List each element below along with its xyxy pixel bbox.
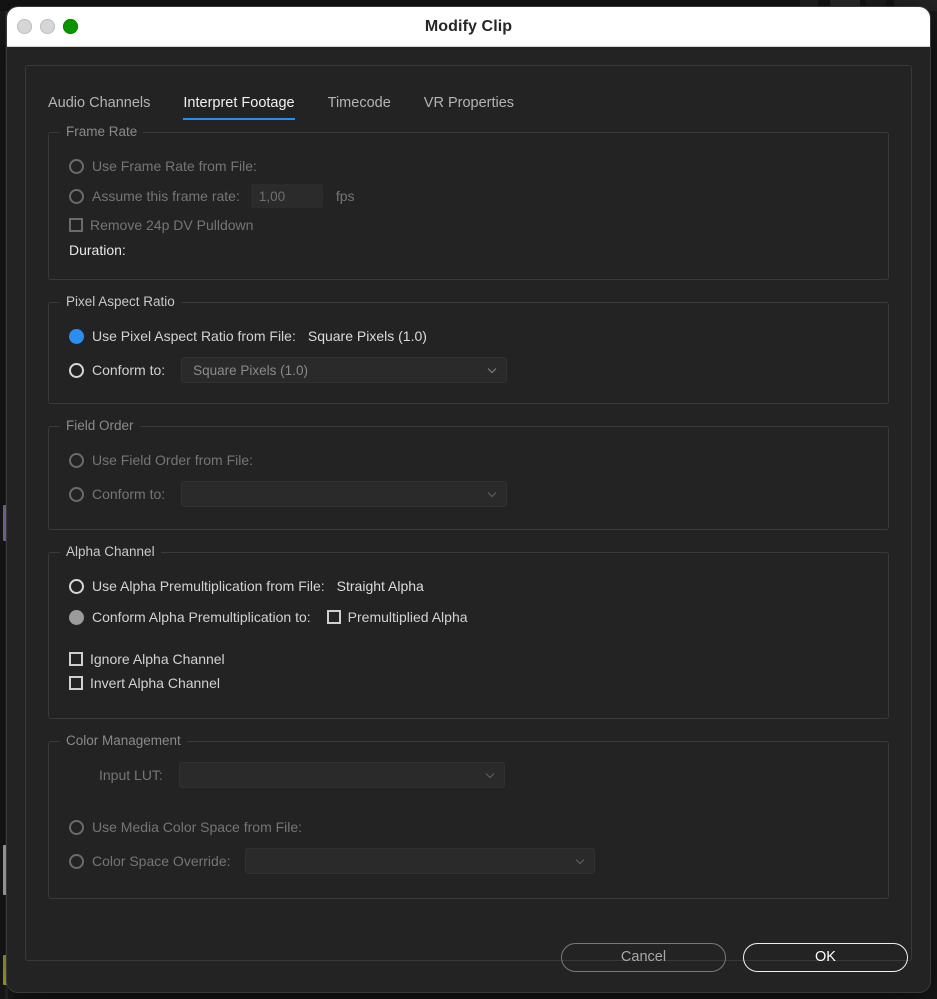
input-lut-label: Input LUT: [99, 767, 163, 783]
premultiplied-alpha-label: Premultiplied Alpha [348, 609, 468, 625]
modify-clip-dialog: Modify Clip Audio Channels Interpret Foo… [7, 7, 930, 992]
use-alpha-premultiplication-label: Use Alpha Premultiplication from File: [92, 578, 325, 594]
ignore-alpha-row[interactable]: Ignore Alpha Channel [69, 648, 868, 670]
field-order-conform-select[interactable] [181, 481, 507, 507]
window-controls [17, 19, 78, 34]
par-conform-row[interactable]: Conform to: Square Pixels (1.0) [69, 357, 868, 383]
minimize-button[interactable] [40, 19, 55, 34]
use-frame-rate-from-file-label: Use Frame Rate from File: [92, 158, 257, 174]
conform-alpha-premultiplication-row[interactable]: Conform Alpha Premultiplication to: Prem… [69, 604, 868, 630]
conform-alpha-premultiplication-radio[interactable] [69, 610, 84, 625]
duration-row: Duration: [69, 239, 868, 261]
use-media-color-space-label: Use Media Color Space from File: [92, 819, 302, 835]
dialog-footer: Cancel OK [7, 922, 930, 992]
assume-frame-rate-row[interactable]: Assume this frame rate: 1,00 fps [69, 183, 868, 209]
assume-frame-rate-radio[interactable] [69, 189, 84, 204]
invert-alpha-channel-checkbox[interactable] [69, 676, 83, 690]
assume-frame-rate-input[interactable]: 1,00 [251, 184, 323, 208]
use-field-order-from-file-radio[interactable] [69, 453, 84, 468]
par-conform-label: Conform to: [92, 362, 165, 378]
cancel-button[interactable]: Cancel [561, 943, 726, 972]
assume-frame-rate-label: Assume this frame rate: [92, 188, 240, 204]
par-conform-select-value: Square Pixels (1.0) [193, 363, 308, 378]
color-space-override-row[interactable]: Color Space Override: [69, 848, 868, 874]
use-par-from-file-value: Square Pixels (1.0) [308, 328, 427, 344]
use-frame-rate-from-file-row[interactable]: Use Frame Rate from File: [69, 153, 868, 179]
par-conform-select[interactable]: Square Pixels (1.0) [181, 357, 507, 383]
ok-button[interactable]: OK [743, 943, 908, 972]
alpha-channel-group: Alpha Channel Use Alpha Premultiplicatio… [48, 552, 889, 719]
ignore-alpha-channel-checkbox[interactable] [69, 652, 83, 666]
pixel-aspect-ratio-group: Pixel Aspect Ratio Use Pixel Aspect Rati… [48, 302, 889, 404]
input-lut-select[interactable] [179, 762, 505, 788]
color-management-group-title: Color Management [60, 733, 187, 748]
remove-24p-dv-pulldown-checkbox[interactable] [69, 218, 83, 232]
frame-rate-group: Frame Rate Use Frame Rate from File: Ass… [48, 132, 889, 280]
conform-alpha-premultiplication-label: Conform Alpha Premultiplication to: [92, 609, 311, 625]
remove-pulldown-row[interactable]: Remove 24p DV Pulldown [69, 214, 868, 236]
color-space-override-label: Color Space Override: [92, 853, 231, 869]
input-lut-row[interactable]: Input LUT: [69, 762, 868, 788]
use-media-color-space-row[interactable]: Use Media Color Space from File: [69, 814, 868, 840]
use-field-order-from-file-row[interactable]: Use Field Order from File: [69, 447, 868, 473]
par-conform-radio[interactable] [69, 363, 84, 378]
pixel-aspect-ratio-group-title: Pixel Aspect Ratio [60, 294, 181, 309]
field-order-group: Field Order Use Field Order from File: C… [48, 426, 889, 530]
field-order-conform-row[interactable]: Conform to: [69, 481, 868, 507]
remove-24p-dv-pulldown-label: Remove 24p DV Pulldown [90, 217, 253, 233]
field-order-group-title: Field Order [60, 418, 140, 433]
ignore-alpha-channel-label: Ignore Alpha Channel [90, 651, 225, 667]
field-order-conform-radio[interactable] [69, 487, 84, 502]
chevron-down-icon [486, 364, 498, 376]
use-frame-rate-from-file-radio[interactable] [69, 159, 84, 174]
tab-interpret-footage[interactable]: Interpret Footage [183, 95, 315, 120]
tab-bar: Audio Channels Interpret Footage Timecod… [26, 66, 911, 120]
dialog-body: Audio Channels Interpret Footage Timecod… [7, 47, 930, 992]
tab-timecode[interactable]: Timecode [328, 95, 412, 120]
tab-vr-properties[interactable]: VR Properties [424, 95, 535, 120]
use-par-from-file-label: Use Pixel Aspect Ratio from File: [92, 328, 296, 344]
use-alpha-premultiplication-radio[interactable] [69, 579, 84, 594]
window-titlebar: Modify Clip [7, 7, 930, 47]
field-order-conform-label: Conform to: [92, 486, 165, 502]
use-media-color-space-radio[interactable] [69, 820, 84, 835]
use-alpha-premultiplication-value: Straight Alpha [337, 578, 424, 594]
close-button[interactable] [17, 19, 32, 34]
chevron-down-icon [486, 488, 498, 500]
chevron-down-icon [574, 855, 586, 867]
color-management-group: Color Management Input LUT: Use [48, 741, 889, 899]
invert-alpha-channel-label: Invert Alpha Channel [90, 675, 220, 691]
color-space-override-radio[interactable] [69, 854, 84, 869]
duration-label: Duration: [69, 242, 126, 258]
premultiplied-alpha-checkbox[interactable] [327, 610, 341, 624]
frame-rate-group-title: Frame Rate [60, 124, 143, 139]
use-field-order-from-file-label: Use Field Order from File: [92, 452, 253, 468]
alpha-channel-group-title: Alpha Channel [60, 544, 161, 559]
tab-audio-channels[interactable]: Audio Channels [48, 95, 171, 120]
fps-unit-label: fps [336, 188, 355, 204]
maximize-button[interactable] [63, 19, 78, 34]
use-par-from-file-row[interactable]: Use Pixel Aspect Ratio from File: Square… [69, 323, 868, 349]
content-frame: Audio Channels Interpret Footage Timecod… [25, 65, 912, 961]
color-space-override-select[interactable] [245, 848, 595, 874]
chevron-down-icon [484, 769, 496, 781]
window-title: Modify Clip [425, 18, 512, 36]
invert-alpha-row[interactable]: Invert Alpha Channel [69, 672, 868, 694]
use-par-from-file-radio[interactable] [69, 329, 84, 344]
use-alpha-premultiplication-row[interactable]: Use Alpha Premultiplication from File: S… [69, 573, 868, 599]
